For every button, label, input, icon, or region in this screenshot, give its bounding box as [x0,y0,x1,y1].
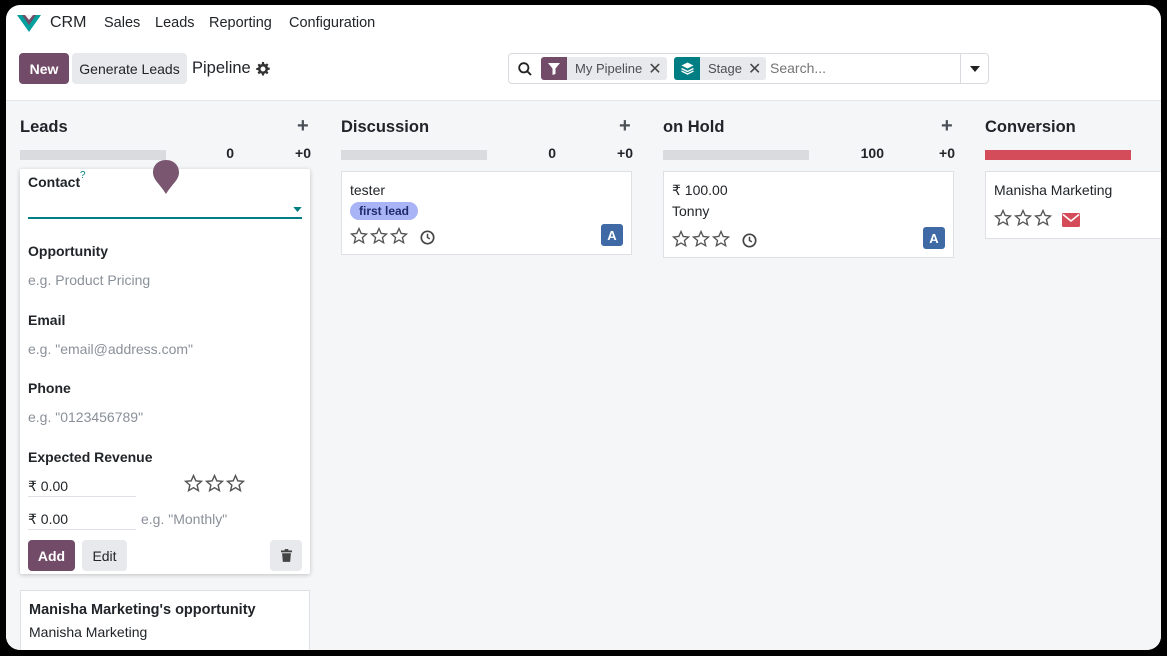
facet-remove-icon[interactable]: ✕ [748,59,766,79]
clock-icon[interactable] [420,230,435,245]
nav-item-reporting[interactable]: Reporting [209,15,272,31]
search-input[interactable] [770,60,950,76]
column-count: 0 [548,145,556,161]
search-options-toggle[interactable] [960,54,988,83]
app-window: CRM Sales Leads Reporting Configuration … [6,5,1161,650]
column-progress-bar[interactable] [663,150,809,160]
contact-input[interactable] [28,217,302,219]
opportunity-input[interactable]: e.g. Product Pricing [28,272,150,288]
contact-help-tooltip[interactable]: ? [80,170,86,181]
generate-leads-button[interactable]: Generate Leads [72,53,187,84]
star-icon[interactable] [226,474,245,493]
expected-revenue-input[interactable]: ₹ 0.00 [28,478,68,495]
star-icon[interactable] [672,230,690,248]
email-label: Email [28,312,66,328]
facet-stage: Stage ✕ [674,57,767,80]
card-contact: Manisha Marketing [29,624,148,640]
avatar[interactable]: A [923,227,945,249]
column-title-discussion: Discussion [341,118,430,136]
nav-item-leads[interactable]: Leads [155,15,195,31]
column-plus-count: +0 [295,145,311,161]
page-title: Pipeline [192,59,251,77]
column-title-conversion: Conversion [985,118,1076,136]
card-tag[interactable]: first lead [350,202,419,220]
recurring-revenue-input[interactable]: ₹ 0.00 [28,511,68,528]
crm-logo-icon[interactable] [16,13,42,33]
nav-item-configuration[interactable]: Configuration [289,15,375,31]
discard-button[interactable] [270,540,302,571]
priority-stars[interactable] [672,230,730,248]
layers-icon [674,57,700,80]
edit-button[interactable]: Edit [82,540,127,571]
column-title-on-hold: on Hold [663,118,725,136]
star-icon[interactable] [712,230,730,248]
add-button[interactable]: Add [28,540,75,571]
trash-icon [280,549,292,562]
facet-my-pipeline: My Pipeline ✕ [541,57,667,80]
star-icon[interactable] [390,227,408,245]
star-icon[interactable] [692,230,710,248]
kanban-card-leads[interactable]: Manisha Marketing's opportunity Manisha … [20,590,310,650]
priority-stars[interactable] [350,227,408,245]
envelope-icon[interactable] [1062,213,1080,227]
new-button[interactable]: New [19,53,69,84]
star-icon[interactable] [205,474,224,493]
facet-remove-icon[interactable]: ✕ [648,59,666,79]
kanban-card-discussion[interactable]: tester first lead A [341,171,632,255]
caret-down-icon [969,65,980,72]
column-progress-bar[interactable] [20,150,166,160]
recurring-plan-input[interactable]: e.g. "Monthly" [141,511,227,527]
priority-stars[interactable] [994,209,1052,227]
avatar[interactable]: A [601,224,623,246]
star-icon[interactable] [350,227,368,245]
column-plus-count: +0 [617,145,633,161]
page-title-wrap: Pipeline [192,59,270,78]
quick-create-form: Contact ? Opportunity e.g. Product Prici… [20,160,310,574]
phone-input[interactable]: e.g. "0123456789" [28,409,143,425]
facet-label: My Pipeline [575,61,643,76]
card-contact: tester [350,182,386,198]
column-count: 100 [860,145,884,161]
input-underline [28,496,136,497]
column-plus-count: +0 [939,145,955,161]
kanban-card-conversion[interactable]: Manisha Marketing [985,171,1161,239]
email-input[interactable]: e.g. "email@address.com" [28,341,193,357]
app-name[interactable]: CRM [50,14,86,32]
star-icon[interactable] [1034,209,1052,227]
phone-label: Phone [28,380,71,396]
card-contact: Manisha Marketing [994,182,1113,198]
column-progress-bar[interactable] [985,150,1131,160]
column-quick-add-button[interactable]: + [619,115,631,138]
column-quick-add-button[interactable]: + [297,115,309,138]
filter-icon [541,57,567,80]
top-navbar: CRM Sales Leads Reporting Configuration [6,5,1161,41]
star-icon[interactable] [1014,209,1032,227]
star-icon[interactable] [184,474,203,493]
clock-icon[interactable] [742,233,757,248]
priority-stars[interactable] [184,474,245,493]
card-title: Manisha Marketing's opportunity [29,602,256,618]
column-progress-bar[interactable] [341,150,487,160]
opportunity-label: Opportunity [28,243,109,259]
location-pin-icon [153,160,179,194]
search-icon[interactable] [518,62,532,76]
card-revenue: ₹ 100.00 [672,182,728,198]
contact-label: Contact [28,174,81,190]
kanban-card-on-hold[interactable]: ₹ 100.00 Tonny A [663,171,954,258]
facet-label: Stage [708,61,742,76]
search-bar: My Pipeline ✕ Stage ✕ [508,53,989,84]
card-contact: Tonny [672,203,710,219]
column-quick-add-button[interactable]: + [941,115,953,138]
column-title-leads: Leads [20,118,68,136]
expected-revenue-label: Expected Revenue [28,449,153,465]
column-count: 0 [226,145,234,161]
input-underline [28,529,136,530]
nav-item-sales[interactable]: Sales [104,15,140,31]
star-icon[interactable] [370,227,388,245]
gear-icon[interactable] [255,61,270,76]
caret-down-icon[interactable] [293,207,302,212]
star-icon[interactable] [994,209,1012,227]
